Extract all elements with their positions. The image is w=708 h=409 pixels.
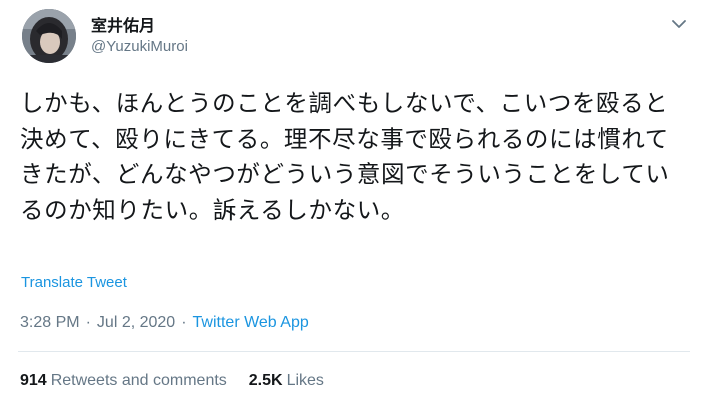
avatar[interactable] [22, 9, 76, 63]
tweet-text: しかも、ほんとうのことを調べもしないで、こいつを殴ると決めて、殴りにきてる。理不… [20, 89, 670, 224]
meta-separator: · [181, 314, 187, 331]
tweet-source-link[interactable]: Twitter Web App [193, 314, 309, 331]
meta-separator: · [85, 314, 91, 331]
tweet-time[interactable]: 3:28 PM [20, 314, 80, 331]
divider [18, 351, 690, 352]
author-display-name[interactable]: 室井佑月 [91, 12, 155, 36]
translate-tweet-link[interactable]: Translate Tweet [21, 274, 127, 291]
tweet-date[interactable]: Jul 2, 2020 [97, 314, 175, 331]
retweets-stat[interactable]: 914 Retweets and comments [20, 372, 227, 389]
chevron-down-icon [672, 19, 686, 28]
likes-count: 2.5K [248, 372, 283, 389]
likes-label: Likes [286, 372, 324, 389]
avatar-photo [22, 9, 76, 63]
tweet-metadata: 3:28 PM · Jul 2, 2020 · Twitter Web App [20, 314, 309, 332]
engagement-stats: 914 Retweets and comments 2.5K Likes [20, 372, 324, 390]
retweets-count: 914 [20, 372, 47, 389]
likes-stat[interactable]: 2.5K Likes [249, 372, 324, 389]
tweet-card: 室井佑月 @YuzukiMuroi しかも、ほんとうのことを調べもしないで、こい… [0, 0, 708, 409]
tweet-menu-button[interactable] [667, 12, 691, 36]
retweets-label: Retweets and comments [50, 372, 227, 389]
author-handle[interactable]: @YuzukiMuroi [91, 38, 188, 55]
